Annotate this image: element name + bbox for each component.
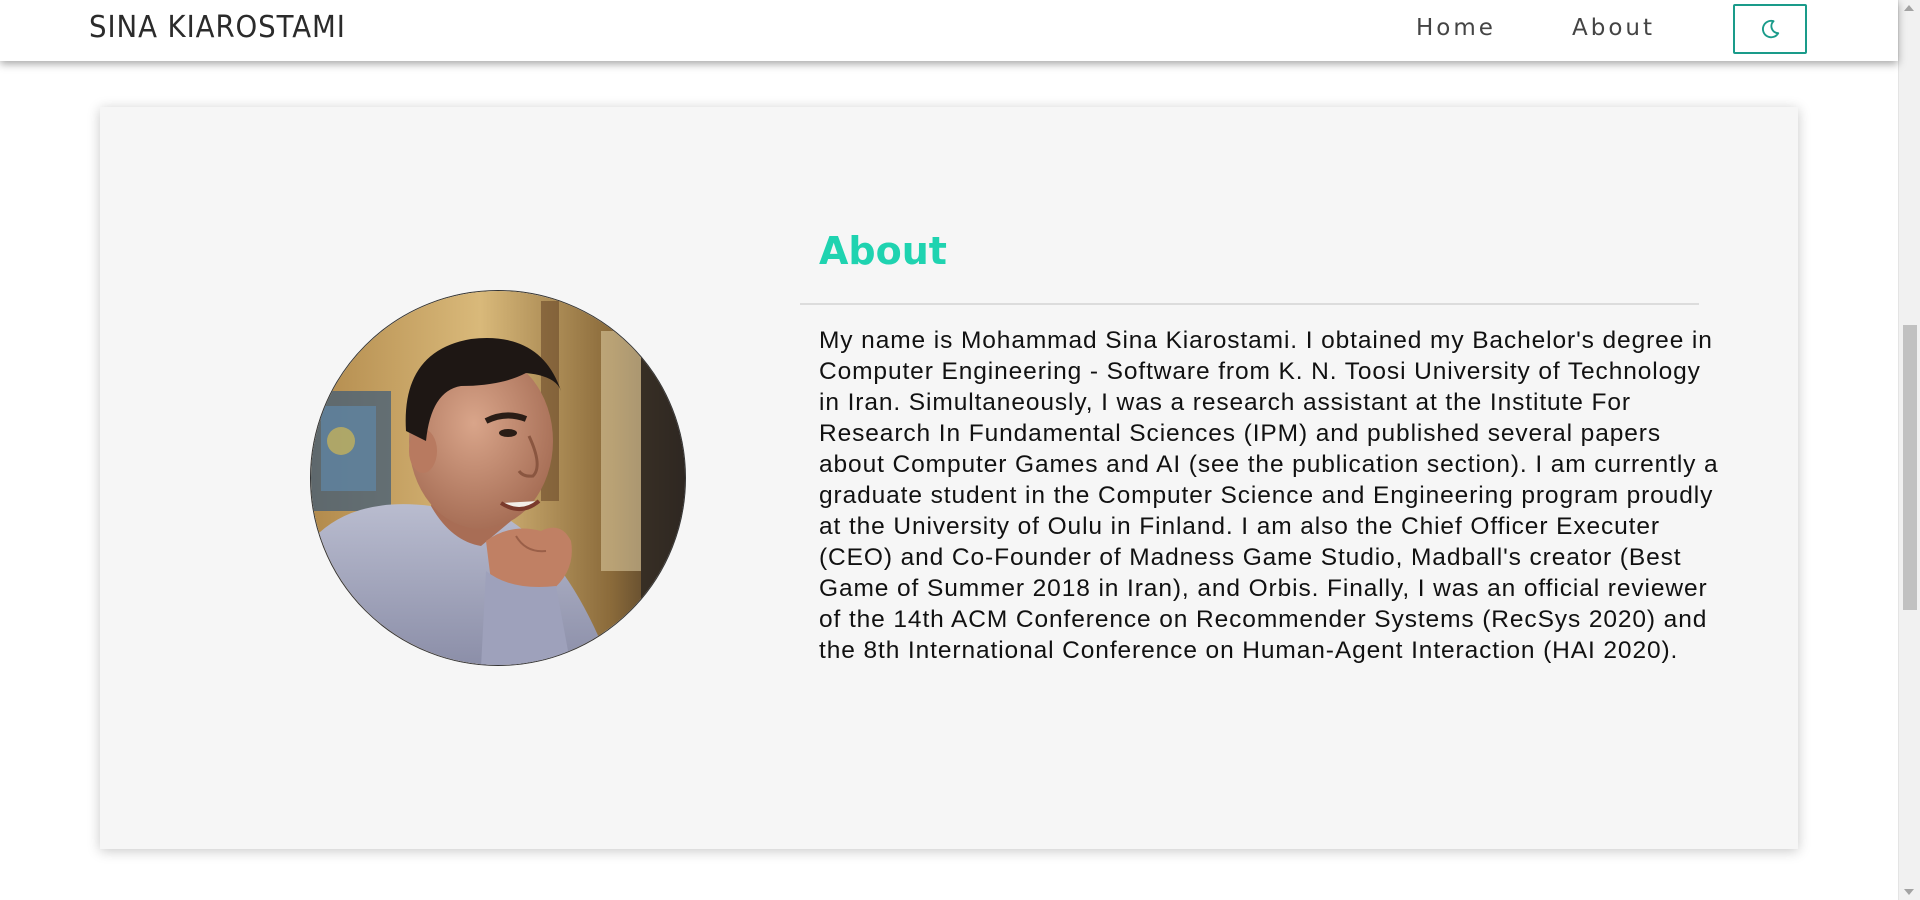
moon-icon: [1762, 19, 1780, 39]
scroll-up-arrow-icon[interactable]: [1904, 5, 1914, 11]
page-scrollbar[interactable]: [1898, 0, 1920, 900]
site-brand[interactable]: SINA KIAROSTAMI: [89, 10, 346, 45]
theme-toggle-button[interactable]: [1733, 4, 1807, 54]
about-card: About My name is Mohammad Sina Kiarostam…: [100, 107, 1798, 849]
profile-photo-image: [311, 291, 685, 665]
about-heading: About: [819, 229, 947, 273]
about-body-text: My name is Mohammad Sina Kiarostami. I o…: [819, 327, 1719, 664]
heading-divider: [800, 303, 1699, 305]
scroll-down-arrow-icon[interactable]: [1904, 889, 1914, 895]
nav-link-about[interactable]: About: [1572, 15, 1655, 41]
page: SINA KIAROSTAMI Home About About My name…: [0, 0, 1920, 900]
navbar: SINA KIAROSTAMI Home About: [0, 0, 1898, 61]
profile-photo: [310, 290, 686, 666]
scrollbar-thumb[interactable]: [1903, 325, 1917, 610]
nav-link-home[interactable]: Home: [1416, 15, 1496, 41]
